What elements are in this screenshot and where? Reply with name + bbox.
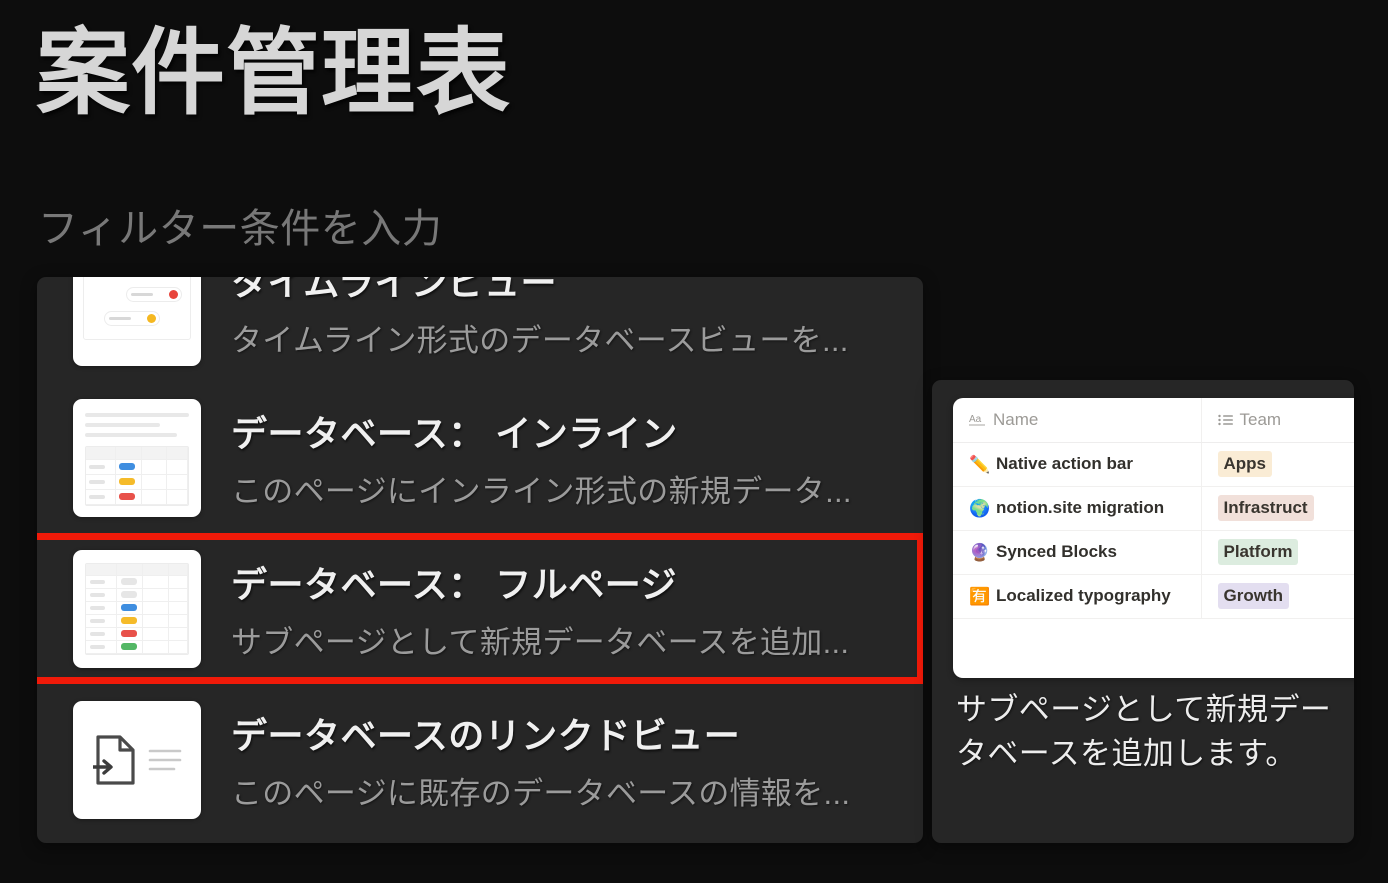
preview-row-name-cell: 🔮 Synced Blocks — [953, 530, 1202, 575]
status-badge: Platform — [1217, 538, 1299, 566]
list-item-title: タイムラインビュー — [231, 277, 557, 303]
lines-icon — [148, 749, 181, 770]
preview-row-name: Native action bar — [996, 454, 1133, 473]
preview-column-name-label: Name — [993, 409, 1039, 429]
preview-column-name: Aa Name — [953, 398, 1202, 443]
status-badge: Apps — [1217, 450, 1272, 478]
list-item-text: タイムラインビュー タイムライン形式のデータベースビューを... — [231, 277, 849, 360]
preview-row-name-cell: 🈶 Localized typography — [953, 574, 1202, 619]
status-badge: Growth — [1217, 582, 1289, 610]
list-item-database-fullpage[interactable]: データベース： フルページ サブページとして新規データベースを追加... — [37, 533, 923, 684]
preview-row-name: Localized typography — [996, 586, 1171, 605]
preview-database-card: Aa Name Team ✏️ Native action bar Apps 🌍… — [953, 398, 1354, 678]
status-badge: Infrastruct — [1217, 494, 1314, 522]
preview-table-header-row: Aa Name Team — [953, 398, 1354, 443]
list-item-title: データベース： インライン — [231, 412, 678, 454]
document-import-icon — [92, 734, 135, 785]
table-row[interactable]: 🈶 Localized typography Growth — [953, 574, 1354, 619]
preview-row-name: Synced Blocks — [996, 542, 1117, 561]
preview-panel: Aa Name Team ✏️ Native action bar Apps 🌍… — [932, 380, 1354, 843]
preview-table: Aa Name Team ✏️ Native action bar Apps 🌍… — [953, 398, 1354, 619]
list-item-description: サブページとして新規データベースを追加... — [231, 624, 850, 660]
title-property-icon: Aa — [969, 414, 985, 426]
block-type-list-panel: タイムラインビュー タイムライン形式のデータベースビューを... データベース：… — [37, 277, 923, 843]
list-item-text: データベース： インライン このページにインライン形式の新規データ... — [231, 405, 852, 511]
list-item-description: このページにインライン形式の新規データ... — [231, 473, 852, 509]
timeline-view-thumbnail — [73, 277, 201, 366]
preview-row-name-cell: ✏️ Native action bar — [953, 442, 1202, 487]
database-inline-thumbnail — [73, 398, 201, 517]
preview-row-team-cell: Apps — [1201, 442, 1354, 487]
japanese-free-of-charge-icon: 🈶 — [969, 586, 991, 606]
table-row[interactable]: ✏️ Native action bar Apps — [953, 442, 1354, 487]
preview-row-team-cell: Growth — [1201, 574, 1354, 619]
list-item-title: データベースのリンクドビュー — [231, 714, 741, 756]
preview-row-name-cell: 🌍 notion.site migration — [953, 486, 1202, 531]
table-row[interactable]: 🔮 Synced Blocks Platform — [953, 530, 1354, 575]
list-item-database-inline[interactable]: データベース： インライン このページにインライン形式の新規データ... — [37, 382, 923, 533]
globe-icon: 🌍 — [969, 498, 991, 518]
pencil-icon: ✏️ — [969, 454, 991, 474]
multi-select-property-icon — [1217, 414, 1233, 425]
preview-table-body: ✏️ Native action bar Apps 🌍 notion.site … — [953, 442, 1354, 619]
preview-row-name: notion.site migration — [996, 498, 1165, 517]
list-item-text: データベースのリンクドビュー このページに既存のデータベースの情報を... — [231, 707, 850, 813]
database-fullpage-thumbnail — [73, 549, 201, 668]
list-item-timeline-view[interactable]: タイムラインビュー タイムライン形式のデータベースビューを... — [37, 277, 923, 382]
block-type-list: タイムラインビュー タイムライン形式のデータベースビューを... データベース：… — [37, 277, 923, 835]
preview-row-team-cell: Platform — [1201, 530, 1354, 575]
list-item-description: タイムライン形式のデータベースビューを... — [231, 322, 849, 358]
page-title: 案件管理表 — [36, 20, 512, 125]
preview-row-team-cell: Infrastruct — [1201, 486, 1354, 531]
list-item-text: データベース： フルページ サブページとして新規データベースを追加... — [231, 556, 849, 662]
preview-column-team: Team — [1201, 398, 1354, 443]
preview-description: サブページとして新規データベースを追加します。 — [956, 692, 1332, 772]
svg-text:Aa: Aa — [969, 414, 982, 425]
list-item-title: データベース： フルページ — [231, 563, 677, 605]
list-item-database-linked-view[interactable]: データベースのリンクドビュー このページに既存のデータベースの情報を... — [37, 684, 923, 835]
table-row[interactable]: 🌍 notion.site migration Infrastruct — [953, 486, 1354, 531]
preview-column-team-label: Team — [1239, 409, 1282, 429]
database-linked-view-thumbnail — [73, 700, 201, 819]
list-item-description: このページに既存のデータベースの情報を... — [231, 775, 851, 811]
crystal-ball-icon: 🔮 — [969, 542, 991, 562]
filter-input[interactable]: フィルター条件を入力 — [38, 196, 442, 254]
app-root: 案件管理表 フィルター条件を入力 タイムラインビュー タイムライン形式のデータベ… — [0, 0, 1388, 883]
